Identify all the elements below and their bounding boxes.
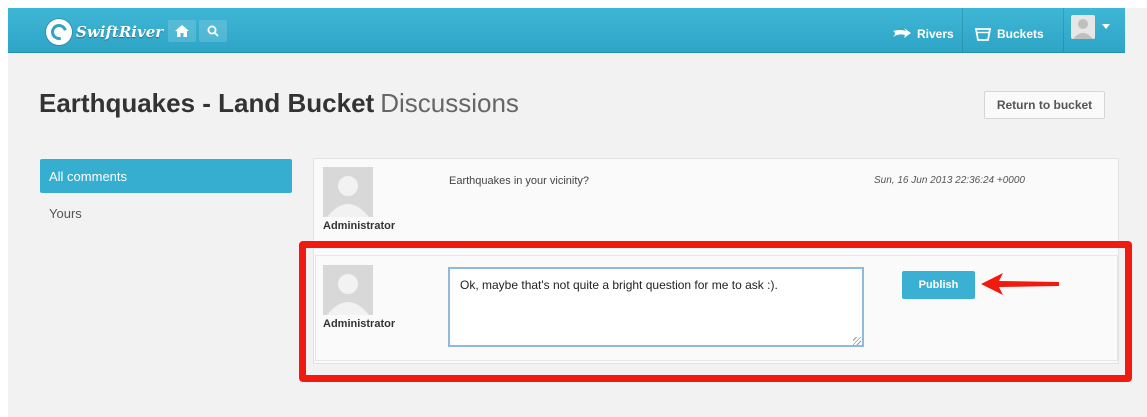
brand-name: SwiftRiver [76,23,164,41]
rivers-label: Rivers [917,27,954,41]
user-menu-caret-icon[interactable] [1102,24,1110,29]
comment-timestamp: Sun, 16 Jun 2013 22:36:24 +0000 [874,175,1025,186]
search-icon [207,25,219,37]
rivers-menu[interactable]: Rivers [892,16,954,52]
bucket-name: Earthquakes - Land Bucket [39,88,375,118]
comment-avatar [323,167,373,217]
user-silhouette-icon [1073,19,1093,39]
nav-divider [962,8,963,52]
user-avatar[interactable] [1071,15,1095,39]
annotation-highlight-box [299,241,1132,382]
buckets-menu[interactable]: Buckets [975,16,1044,52]
page-title: Earthquakes - Land Bucket Discussions [39,88,519,119]
river-icon [893,28,911,38]
comment-author: Administrator [323,220,396,232]
home-icon [175,25,189,37]
buckets-label: Buckets [997,27,1044,41]
sidebar-item-all-comments[interactable]: All comments [40,159,292,193]
top-navbar: SwiftRiver Rivers Buckets [8,8,1125,53]
comment-text: Earthquakes in your vicinity? [449,175,590,187]
section-name: Discussions [380,88,519,118]
home-button[interactable] [168,20,196,42]
return-to-bucket-button[interactable]: Return to bucket [984,91,1105,119]
bucket-icon [975,28,991,41]
sidebar-item-yours[interactable]: Yours [49,206,82,221]
user-silhouette-icon [327,176,369,217]
swiftriver-logo-icon [46,19,72,45]
search-button[interactable] [199,20,227,42]
brand-logo[interactable]: SwiftRiver [46,19,164,45]
annotation-arrow-icon [981,273,1059,295]
nav-divider [1063,8,1064,52]
